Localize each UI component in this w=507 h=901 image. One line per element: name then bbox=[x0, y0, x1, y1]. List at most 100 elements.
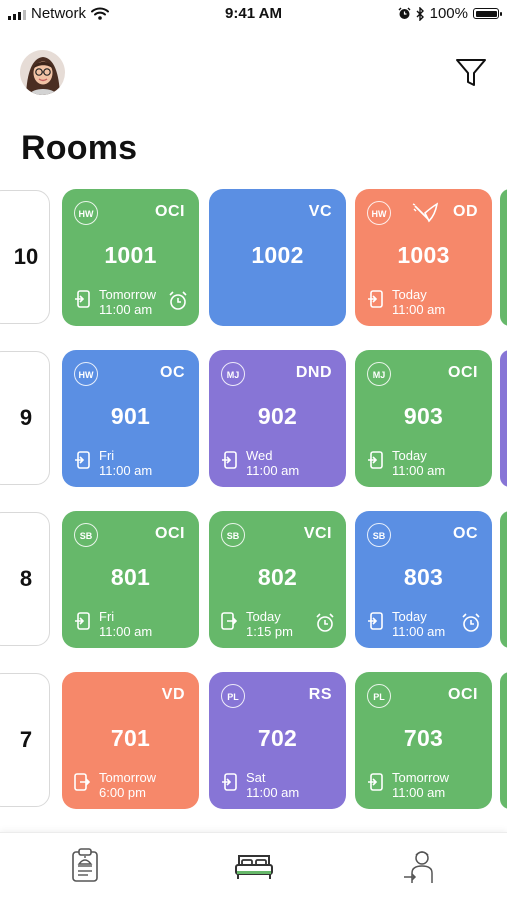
schedule-time: 11:00 am bbox=[246, 785, 300, 800]
schedule-day: Wed bbox=[246, 448, 273, 463]
room-status-code: OD bbox=[453, 203, 478, 220]
bed-icon[interactable] bbox=[234, 853, 274, 881]
alarm-clock-icon bbox=[316, 613, 334, 632]
alarm-clock-icon bbox=[462, 613, 480, 632]
check-out-icon bbox=[368, 451, 383, 469]
room-schedule: Wed 11:00 am bbox=[246, 448, 299, 478]
schedule-day: Today bbox=[392, 448, 427, 463]
room-status-code: OC bbox=[160, 364, 185, 381]
check-out-icon bbox=[368, 773, 383, 791]
avatar[interactable] bbox=[20, 50, 65, 95]
battery-icon bbox=[473, 8, 502, 19]
room-card-peek[interactable] bbox=[500, 672, 507, 809]
room-schedule: Tomorrow 11:00 am bbox=[392, 770, 449, 800]
room-status-code: VC bbox=[308, 203, 332, 220]
check-out-icon bbox=[75, 612, 90, 630]
check-out-icon bbox=[222, 451, 237, 469]
broom-icon bbox=[412, 202, 438, 223]
schedule-time: 11:00 am bbox=[392, 302, 446, 317]
room-number: 903 bbox=[403, 403, 444, 429]
room-status-code: RS bbox=[308, 686, 332, 703]
floor-number: 9 bbox=[19, 405, 33, 430]
room-card[interactable]: PL OCI 703 Tomorrow 11:00 am bbox=[355, 672, 492, 809]
room-card[interactable]: HW OC 901 Fri 11:00 am bbox=[62, 350, 199, 487]
room-number: 701 bbox=[110, 725, 151, 751]
room-schedule: Sat 11:00 am bbox=[246, 770, 299, 800]
room-number: 901 bbox=[110, 403, 151, 429]
room-number: 801 bbox=[110, 564, 151, 590]
room-status-code: OCI bbox=[155, 525, 185, 542]
room-schedule: Fri 11:00 am bbox=[99, 448, 152, 478]
room-status-code: OC bbox=[453, 525, 478, 542]
room-card[interactable]: SB VCI 802 Today 1:15 pm bbox=[209, 511, 346, 648]
room-schedule: Today 11:00 am bbox=[392, 448, 445, 478]
room-number: 1001 bbox=[104, 242, 157, 268]
staff-initials-badge: SB bbox=[221, 523, 245, 547]
page-title: Rooms bbox=[21, 129, 138, 167]
room-schedule: Tomorrow 11:00 am bbox=[99, 287, 156, 317]
schedule-time: 11:00 am bbox=[99, 624, 153, 639]
status-right: 100% bbox=[398, 5, 502, 22]
room-number: 702 bbox=[257, 725, 298, 751]
bottom-nav bbox=[0, 832, 507, 901]
schedule-day: Tomorrow bbox=[99, 770, 157, 785]
staff-initials-badge: SB bbox=[74, 523, 98, 547]
room-card-peek[interactable] bbox=[500, 189, 507, 326]
status-bar: Network 9:41 AM 100% bbox=[0, 0, 507, 28]
check-out-icon bbox=[368, 290, 383, 308]
check-out-icon bbox=[75, 451, 90, 469]
room-card[interactable]: PL RS 702 Sat 11:00 am bbox=[209, 672, 346, 809]
room-number: 703 bbox=[403, 725, 444, 751]
schedule-day: Today bbox=[392, 609, 427, 624]
staff-initials-badge: SB bbox=[367, 523, 391, 547]
schedule-time: 6:00 pm bbox=[99, 785, 146, 800]
schedule-day: Tomorrow bbox=[392, 770, 450, 785]
schedule-day: Today bbox=[392, 287, 427, 302]
schedule-day: Sat bbox=[246, 770, 266, 785]
room-schedule: Tomorrow 6:00 pm bbox=[99, 770, 156, 800]
room-card[interactable]: MJ DND 902 Wed 11:00 am bbox=[209, 350, 346, 487]
schedule-day: Fri bbox=[99, 448, 115, 463]
staff-initials-badge: MJ bbox=[367, 362, 391, 386]
room-card-peek[interactable] bbox=[500, 350, 507, 487]
check-out-icon bbox=[75, 290, 90, 308]
room-status-code: OCI bbox=[448, 364, 478, 381]
room-status-code: OCI bbox=[448, 686, 478, 703]
room-card[interactable]: SB OC 803 Today 11:00 am bbox=[355, 511, 492, 648]
room-schedule: Today 11:00 am bbox=[392, 609, 445, 639]
housekeeper-icon[interactable] bbox=[402, 847, 438, 887]
battery-percent: 100% bbox=[429, 5, 468, 22]
room-card[interactable]: MJ OCI 903 Today 11:00 am bbox=[355, 350, 492, 487]
staff-initials-badge: PL bbox=[367, 684, 391, 708]
room-schedule: Today 1:15 pm bbox=[246, 609, 293, 639]
schedule-time: 11:00 am bbox=[392, 624, 446, 639]
room-card-peek[interactable] bbox=[500, 511, 507, 648]
clipboard-icon[interactable] bbox=[70, 847, 100, 883]
room-card[interactable]: SB OCI 801 Fri 11:00 am bbox=[62, 511, 199, 648]
room-number: 802 bbox=[257, 564, 298, 590]
room-number: 803 bbox=[403, 564, 444, 590]
room-schedule: Fri 11:00 am bbox=[99, 609, 152, 639]
staff-initials-badge: HW bbox=[74, 362, 98, 386]
staff-initials-badge: HW bbox=[367, 201, 391, 225]
room-card[interactable]: HW OD 1003 Today 11:00 am bbox=[355, 189, 492, 326]
room-schedule: Today 11:00 am bbox=[392, 287, 445, 317]
schedule-time: 11:00 am bbox=[99, 302, 153, 317]
room-status-code: OCI bbox=[155, 203, 185, 220]
staff-initials-badge: MJ bbox=[221, 362, 245, 386]
schedule-day: Today bbox=[246, 609, 281, 624]
schedule-day: Fri bbox=[99, 609, 115, 624]
floor-number: 8 bbox=[19, 566, 33, 591]
check-out-icon bbox=[222, 773, 237, 791]
filter-icon[interactable] bbox=[454, 57, 488, 89]
check-in-icon bbox=[74, 773, 90, 791]
floor-number: 7 bbox=[19, 727, 33, 752]
room-card[interactable]: VD 701 Tomorrow 6:00 pm bbox=[62, 672, 199, 809]
room-status-code: DND bbox=[295, 364, 332, 381]
room-card[interactable]: HW OCI 1001 Tomorrow 11:00 am bbox=[62, 189, 199, 326]
schedule-day: Tomorrow bbox=[99, 287, 157, 302]
room-status-code: VCI bbox=[303, 525, 332, 542]
room-card[interactable]: VC 1002 bbox=[209, 189, 346, 326]
alarm-icon bbox=[398, 7, 411, 19]
room-number: 1002 bbox=[251, 242, 304, 268]
